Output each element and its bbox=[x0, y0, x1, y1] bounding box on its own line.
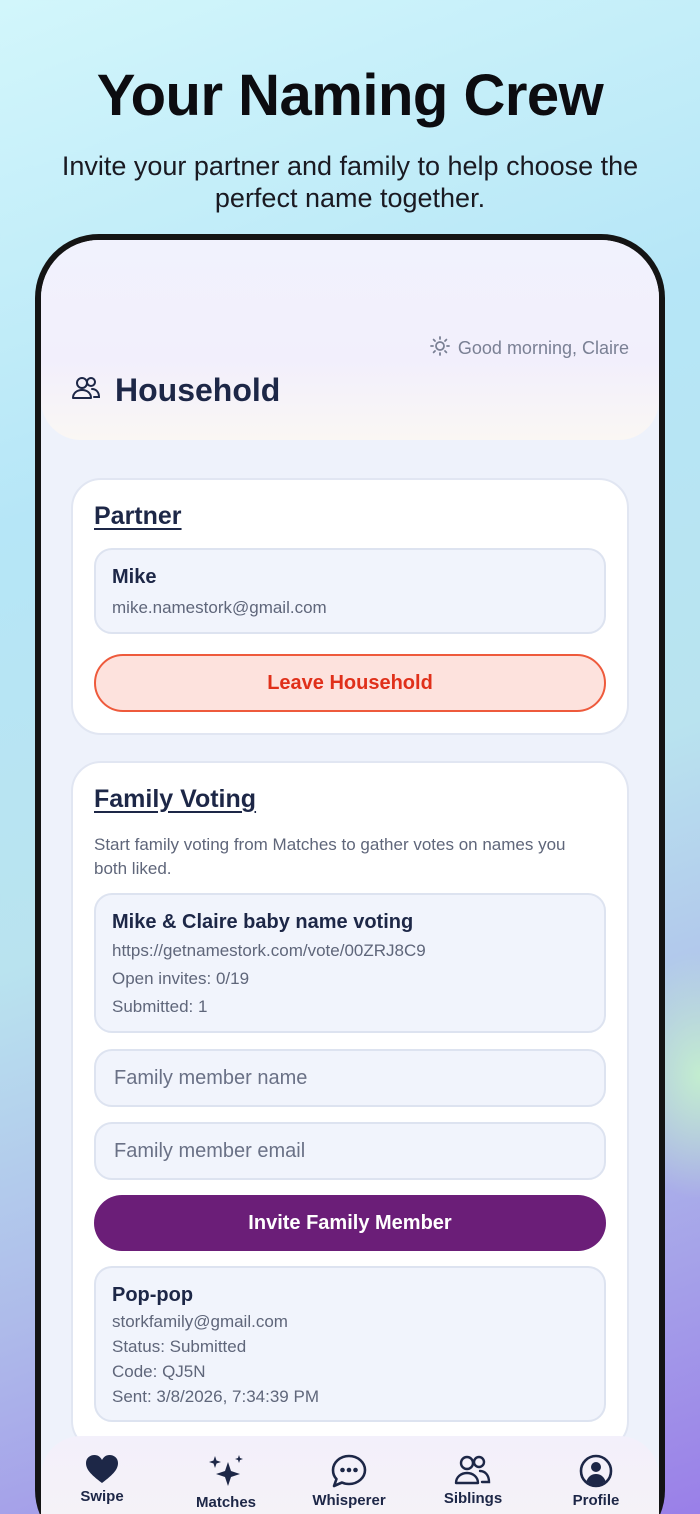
family-member-name: Pop-pop bbox=[112, 1284, 194, 1306]
family-member-sent: Sent: 3/8/2026, 7:34:39 PM bbox=[112, 1387, 319, 1406]
promo-headline: Your Naming Crew bbox=[96, 63, 604, 128]
partner-card: Partner Mike mike.namestork@gmail.com Le… bbox=[71, 478, 629, 735]
partner-card-title: Partner bbox=[94, 502, 182, 530]
people-icon bbox=[454, 1454, 492, 1486]
family-member-status: Status: Submitted bbox=[112, 1337, 247, 1356]
tab-profile[interactable]: Profile bbox=[541, 1454, 651, 1509]
family-member-code: Code: QJ5N bbox=[112, 1362, 206, 1381]
app-screen: Good morning, Claire Household Partner M… bbox=[41, 240, 659, 1514]
tab-matches[interactable]: Matches bbox=[171, 1454, 281, 1511]
family-member-email-input[interactable] bbox=[94, 1122, 606, 1180]
bottom-tab-bar: Swipe Matches Whisperer Siblings Profile bbox=[41, 1436, 659, 1514]
sun-icon bbox=[430, 336, 450, 361]
people-icon bbox=[71, 375, 101, 406]
greeting-text: Good morning, Claire bbox=[457, 338, 629, 358]
family-voting-title: Family Voting bbox=[94, 785, 257, 813]
family-member-email: storkfamily@gmail.com bbox=[112, 1312, 288, 1331]
heart-icon bbox=[85, 1454, 119, 1484]
chat-bubble-icon bbox=[331, 1454, 367, 1488]
tab-profile-label: Profile bbox=[572, 1492, 620, 1509]
voting-session-box: Mike & Claire baby name voting https://g… bbox=[94, 893, 606, 1033]
family-member-entry: Pop-pop storkfamily@gmail.com Status: Su… bbox=[94, 1266, 606, 1422]
family-member-name-input[interactable] bbox=[94, 1049, 606, 1107]
open-invites-count: Open invites: 0/19 bbox=[112, 969, 250, 988]
sparkles-icon bbox=[206, 1454, 246, 1490]
greeting: Good morning, Claire bbox=[430, 336, 629, 361]
voting-session-url[interactable]: https://getnamestork.com/vote/00ZRJ8C9 bbox=[112, 941, 426, 961]
phone-frame: Good morning, Claire Household Partner M… bbox=[35, 234, 665, 1514]
leave-household-button[interactable]: Leave Household bbox=[94, 654, 606, 712]
page-title: Household bbox=[115, 372, 281, 408]
user-circle-icon bbox=[579, 1454, 613, 1488]
tab-whisperer[interactable]: Whisperer bbox=[294, 1454, 404, 1509]
page-title-row: Household bbox=[71, 372, 280, 409]
family-voting-card: Family Voting Start family voting from M… bbox=[71, 761, 629, 1451]
partner-email: mike.namestork@gmail.com bbox=[112, 598, 327, 617]
voting-session-title: Mike & Claire baby name voting bbox=[112, 911, 414, 933]
app-header: Good morning, Claire Household bbox=[41, 240, 659, 440]
tab-siblings-label: Siblings bbox=[443, 1490, 503, 1507]
tab-swipe-label: Swipe bbox=[80, 1488, 124, 1505]
tab-swipe[interactable]: Swipe bbox=[47, 1454, 157, 1505]
submitted-count: Submitted: 1 bbox=[112, 997, 208, 1016]
promo-subhead: Invite your partner and family to help c… bbox=[61, 151, 639, 213]
partner-info-box: Mike mike.namestork@gmail.com bbox=[94, 548, 606, 634]
tab-siblings[interactable]: Siblings bbox=[418, 1454, 528, 1507]
invite-family-member-button[interactable]: Invite Family Member bbox=[94, 1195, 606, 1251]
tab-matches-label: Matches bbox=[195, 1494, 257, 1511]
family-voting-description: Start family voting from Matches to gath… bbox=[94, 835, 566, 878]
tab-whisperer-label: Whisperer bbox=[312, 1492, 386, 1509]
partner-name: Mike bbox=[112, 566, 157, 588]
